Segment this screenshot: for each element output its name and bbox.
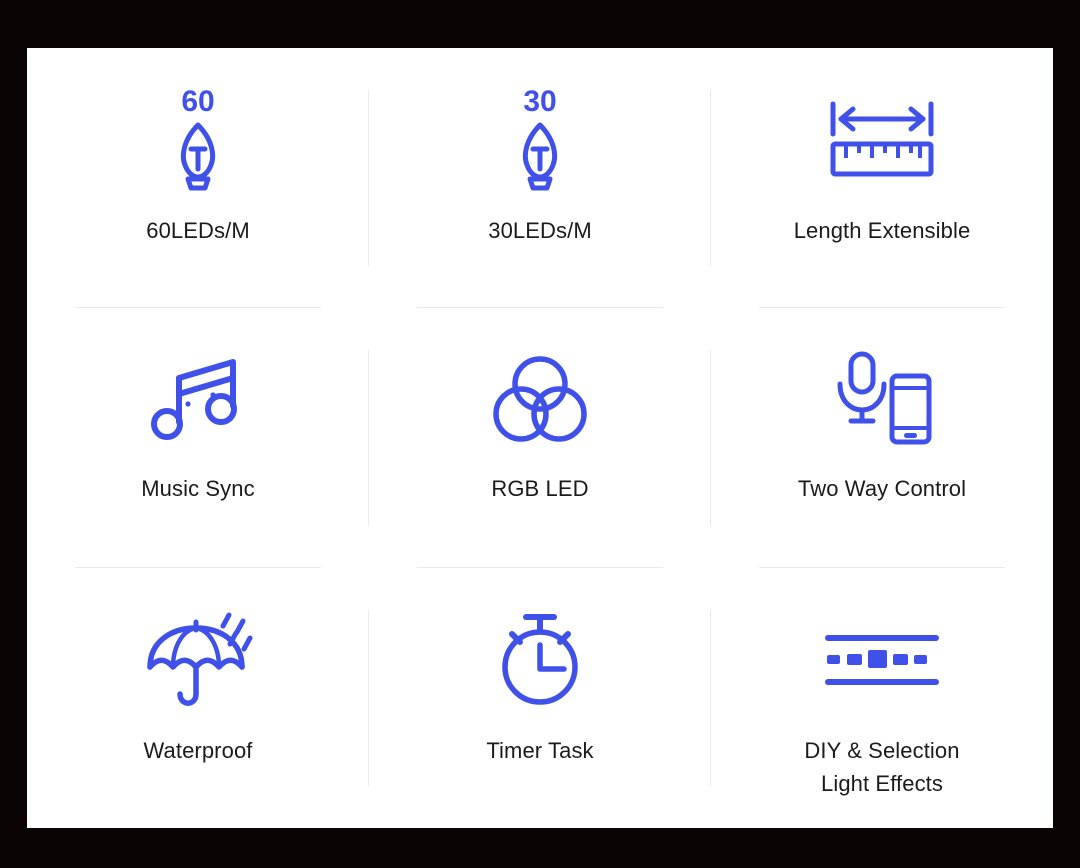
feature-label-rgb-led: RGB LED (491, 476, 589, 501)
feature-cell-timer-task[interactable]: Timer Task (369, 568, 711, 828)
feature-label-length-extensible: Length Extensible (793, 218, 971, 243)
feature-label-diy-selection: DIY & Selection Light Effects (804, 738, 960, 796)
led-bulb-60-badge-text: 60 (181, 85, 214, 118)
feature-cell-music-sync[interactable]: Music Sync (27, 308, 369, 568)
feature-label-leds-60: 60LEDs/M (146, 218, 250, 243)
feature-label-timer-task: Timer Task (486, 738, 594, 763)
led-strip-icon (823, 604, 941, 716)
page-root: 60 60LEDs/M 30 30LEDs/M Length Extensibl… (0, 0, 1080, 868)
feature-label-two-way-control: Two Way Control (797, 476, 967, 501)
feature-label-waterproof: Waterproof (143, 738, 253, 763)
umbrella-rain-icon (143, 604, 253, 716)
feature-label-music-sync: Music Sync (141, 476, 255, 501)
feature-cell-waterproof[interactable]: Waterproof (27, 568, 369, 828)
feature-cell-two-way-control[interactable]: Two Way Control (711, 308, 1053, 568)
feature-cell-diy-selection[interactable]: DIY & Selection Light Effects (711, 568, 1053, 828)
feature-cell-rgb-led[interactable]: RGB LED (369, 308, 711, 568)
feature-cell-leds-60[interactable]: 60 60LEDs/M (27, 48, 369, 308)
music-note-icon (150, 344, 246, 456)
feature-grid: 60 60LEDs/M 30 30LEDs/M Length Extensibl… (27, 48, 1053, 828)
feature-cell-length-extensible[interactable]: Length Extensible (711, 48, 1053, 308)
microphone-phone-icon (830, 344, 934, 456)
led-bulb-30-badge-text: 30 (523, 85, 556, 118)
led-bulb-60-icon: 60 (155, 84, 241, 196)
feature-grid-card: 60 60LEDs/M 30 30LEDs/M Length Extensibl… (27, 48, 1053, 828)
stopwatch-icon (492, 604, 588, 716)
led-bulb-30-icon: 30 (497, 84, 583, 196)
ruler-measure-icon (827, 84, 937, 196)
rgb-venn-circles-icon (490, 344, 590, 456)
feature-label-leds-30: 30LEDs/M (488, 218, 592, 243)
feature-cell-leds-30[interactable]: 30 30LEDs/M (369, 48, 711, 308)
